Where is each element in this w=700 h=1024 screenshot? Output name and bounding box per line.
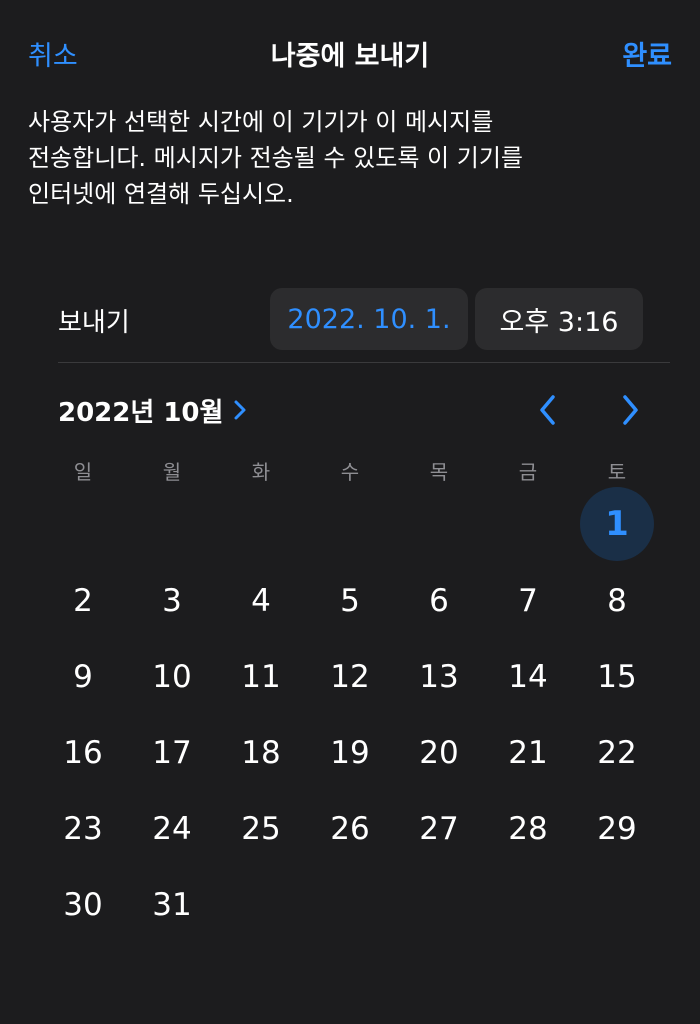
calendar-day[interactable]: 15	[580, 640, 654, 714]
calendar-day[interactable]: 24	[135, 792, 209, 866]
description-text: 사용자가 선택한 시간에 이 기기가 이 메시지를 전송합니다. 메시지가 전송…	[28, 104, 668, 212]
month-year-button[interactable]: 2022년 10월	[58, 390, 247, 430]
calendar-day[interactable]: 6	[402, 564, 476, 638]
nav-bar: 취소 나중에 보내기 완료	[0, 0, 700, 100]
calendar-day[interactable]: 29	[580, 792, 654, 866]
weekday-label: 일	[73, 460, 93, 484]
calendar-day[interactable]: 26	[313, 792, 387, 866]
done-button[interactable]: 완료	[622, 34, 672, 73]
calendar-day[interactable]: 19	[313, 716, 387, 790]
calendar-day[interactable]: 5	[313, 564, 387, 638]
weekday-label: 금	[518, 460, 538, 484]
chevron-right-icon	[623, 395, 638, 425]
divider	[58, 362, 670, 363]
weekday-label: 토	[607, 460, 627, 484]
description-line: 인터넷에 연결해 두십시오.	[28, 180, 294, 208]
calendar-day[interactable]: 18	[224, 716, 298, 790]
month-label: 2022년 10월	[58, 397, 224, 428]
calendar-day[interactable]: 28	[491, 792, 565, 866]
calendar-day[interactable]: 8	[580, 564, 654, 638]
calendar-day[interactable]: 27	[402, 792, 476, 866]
calendar-day[interactable]: 20	[402, 716, 476, 790]
description-line: 전송합니다. 메시지가 전송될 수 있도록 이 기기를	[28, 144, 524, 172]
weekday-label: 목	[429, 460, 449, 484]
send-row: 보내기 2022. 10. 1. 오후 3:16	[58, 288, 670, 350]
calendar-day[interactable]: 9	[46, 640, 120, 714]
calendar-day[interactable]: 7	[491, 564, 565, 638]
calendar-day[interactable]: 25	[224, 792, 298, 866]
schedule-send-sheet: 취소 나중에 보내기 완료 사용자가 선택한 시간에 이 기기가 이 메시지를 …	[0, 0, 700, 1024]
calendar-day[interactable]: 13	[402, 640, 476, 714]
weekday-label: 수	[340, 460, 360, 484]
weekday-label: 월	[162, 460, 182, 484]
calendar-day[interactable]: 21	[491, 716, 565, 790]
previous-month-button[interactable]	[528, 390, 568, 430]
page-title: 나중에 보내기	[270, 41, 430, 72]
calendar-day[interactable]: 2	[46, 564, 120, 638]
chevron-left-icon	[540, 395, 555, 425]
calendar-day[interactable]: 16	[46, 716, 120, 790]
calendar-day[interactable]: 30	[46, 868, 120, 942]
calendar-day[interactable]: 4	[224, 564, 298, 638]
calendar-day[interactable]: 12	[313, 640, 387, 714]
time-picker-button[interactable]: 오후 3:16	[475, 288, 643, 350]
calendar-day[interactable]: 11	[224, 640, 298, 714]
calendar-day[interactable]: 10	[135, 640, 209, 714]
chevron-right-icon	[234, 400, 246, 420]
description-line: 사용자가 선택한 시간에 이 기기가 이 메시지를	[28, 108, 494, 136]
calendar-day[interactable]: 22	[580, 716, 654, 790]
calendar-day[interactable]: 23	[46, 792, 120, 866]
calendar-day[interactable]: 17	[135, 716, 209, 790]
weekday-label: 화	[251, 460, 271, 484]
calendar-day[interactable]: 3	[135, 564, 209, 638]
calendar-day-selected[interactable]: 1	[580, 487, 654, 561]
next-month-button[interactable]	[610, 390, 650, 430]
calendar-day[interactable]: 14	[491, 640, 565, 714]
calendar-day[interactable]: 31	[135, 868, 209, 942]
date-picker-button[interactable]: 2022. 10. 1.	[270, 288, 468, 350]
send-label: 보내기	[58, 308, 130, 338]
